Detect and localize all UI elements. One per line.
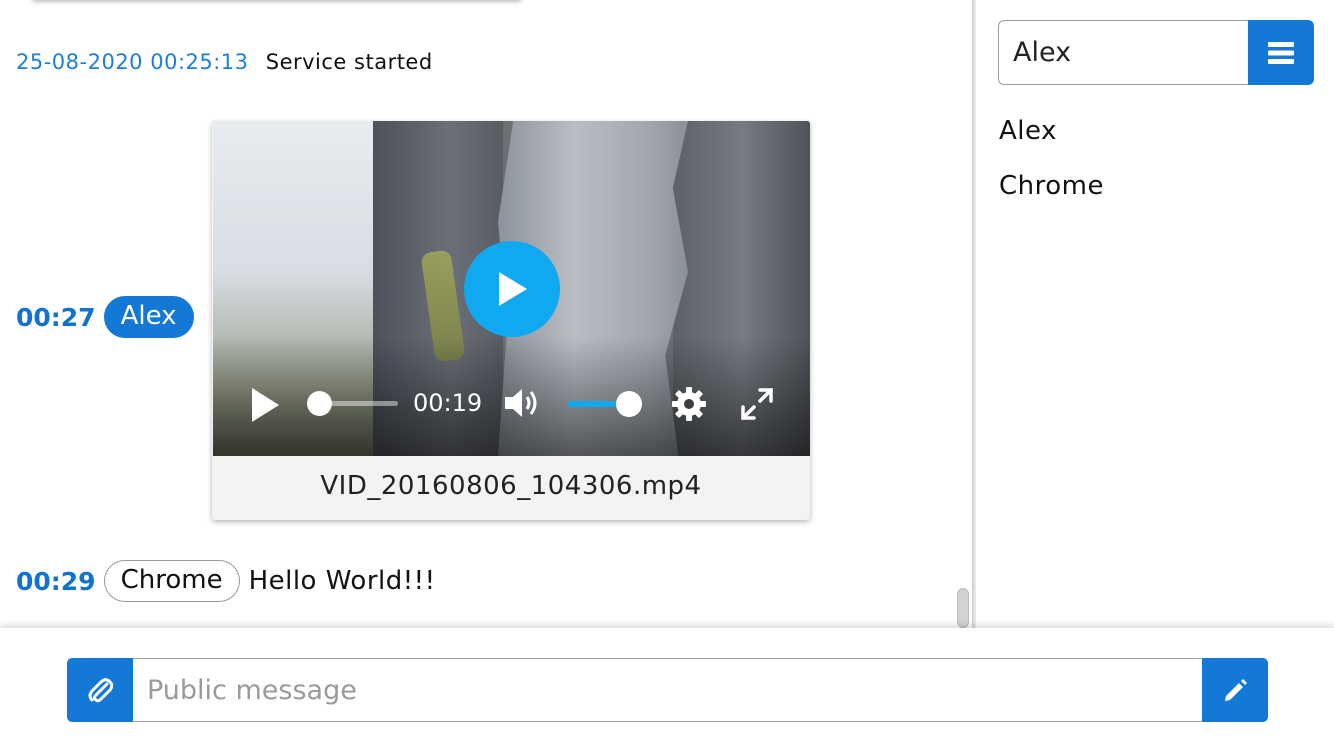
time-display: 00:19 <box>413 389 483 417</box>
system-message: 25-08-2020 00:25:13 Service started <box>16 50 433 74</box>
bars-icon <box>1268 41 1294 64</box>
volume-handle[interactable] <box>616 391 642 417</box>
big-play-button[interactable] <box>464 241 560 337</box>
chat-log: 25-08-2020 00:25:13 Service started 00:2… <box>0 0 972 628</box>
chat-scrollbar[interactable] <box>957 588 969 628</box>
settings-button[interactable] <box>671 386 707 426</box>
fullscreen-button[interactable] <box>739 386 775 426</box>
message-input[interactable] <box>133 658 1202 722</box>
menu-button[interactable] <box>1248 20 1314 85</box>
paperclip-icon <box>88 678 113 703</box>
video-controls: 00:19 <box>213 379 810 429</box>
mute-button[interactable] <box>503 386 543 424</box>
progress-handle[interactable] <box>307 391 332 416</box>
user-list-item[interactable]: Chrome <box>999 171 1104 201</box>
message-row: 00:27 Alex <box>16 296 194 338</box>
message-row: 00:29 Chrome Hello World!!! <box>16 560 436 602</box>
send-button[interactable] <box>1202 658 1268 722</box>
attach-button[interactable] <box>67 658 133 722</box>
message-author-badge[interactable]: Chrome <box>103 560 240 602</box>
message-author-badge[interactable]: Alex <box>103 296 194 338</box>
user-list-item[interactable]: Alex <box>999 116 1057 146</box>
message-time: 00:29 <box>16 566 96 596</box>
system-message-text: Service started <box>265 50 433 74</box>
gear-icon <box>672 387 706 421</box>
play-icon <box>252 388 279 422</box>
message-composer <box>0 628 1334 750</box>
fullscreen-icon <box>741 388 773 420</box>
user-list-panel: Alex Chrome <box>976 0 1334 628</box>
volume-icon <box>505 389 537 417</box>
pencil-icon <box>1225 679 1247 701</box>
video-attachment-card: 00:19 VID_20160806_104306.mp4 <box>212 121 810 520</box>
play-icon <box>499 272 527 306</box>
attachment-file-name[interactable]: VID_20160806_104306.mp4 <box>212 471 810 501</box>
message-time: 00:27 <box>16 302 96 332</box>
message-text: Hello World!!! <box>248 566 436 596</box>
video-player[interactable]: 00:19 <box>213 121 810 456</box>
user-filter-input[interactable] <box>998 20 1249 85</box>
play-button[interactable] <box>249 387 281 427</box>
system-message-timestamp: 25-08-2020 00:25:13 <box>16 50 249 74</box>
chat-app: 25-08-2020 00:25:13 Service started 00:2… <box>0 0 1334 750</box>
